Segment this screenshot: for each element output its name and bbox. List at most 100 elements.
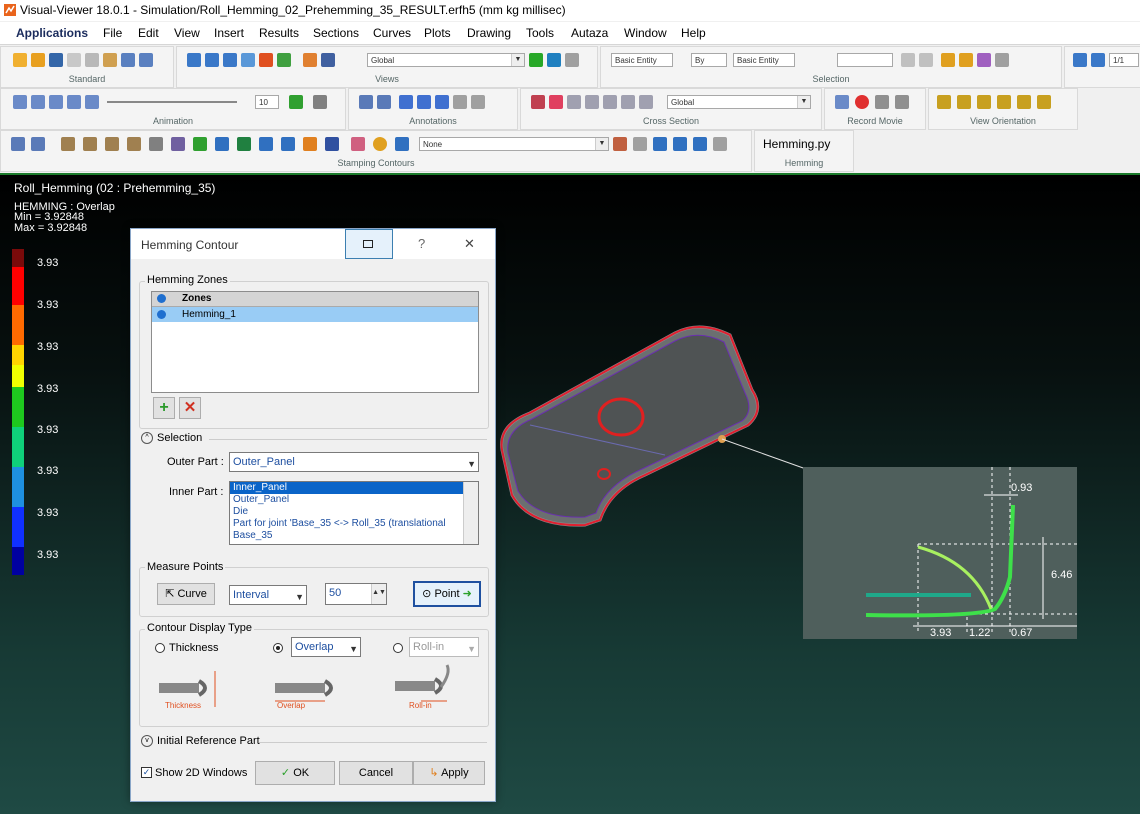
orient-iso-icon[interactable] xyxy=(937,95,951,109)
select-all-icon[interactable] xyxy=(959,53,973,67)
select-part-icon[interactable] xyxy=(941,53,955,67)
list-scrollbar[interactable] xyxy=(463,482,478,544)
show-2d-checkbox[interactable]: ✓ xyxy=(141,767,152,778)
view-iso-icon[interactable] xyxy=(187,53,201,67)
page-icon[interactable] xyxy=(1073,53,1087,67)
contour-icon-1[interactable] xyxy=(11,137,25,151)
menu-results[interactable]: Results xyxy=(259,26,299,40)
save-icon[interactable] xyxy=(49,53,63,67)
select-add-icon[interactable] xyxy=(901,53,915,67)
contour-icon-23[interactable] xyxy=(693,137,707,151)
light-icon[interactable] xyxy=(277,53,291,67)
anim-prev-icon[interactable] xyxy=(31,95,45,109)
dock-button[interactable] xyxy=(345,229,393,259)
menu-curves[interactable]: Curves xyxy=(373,26,411,40)
annot-note-icon[interactable] xyxy=(377,95,391,109)
section-z-icon[interactable] xyxy=(603,95,617,109)
annot-circle-icon[interactable] xyxy=(417,95,431,109)
zoom-box-icon[interactable] xyxy=(565,53,579,67)
annot-angle-icon[interactable] xyxy=(471,95,485,109)
cancel-button[interactable]: Cancel xyxy=(339,761,413,785)
curve-button[interactable]: ⇱ Curve xyxy=(157,583,215,605)
view-side-icon[interactable] xyxy=(241,53,255,67)
menu-view[interactable]: View xyxy=(174,26,200,40)
annot-measure-icon[interactable] xyxy=(453,95,467,109)
menu-tools[interactable]: Tools xyxy=(526,26,554,40)
stamping-combo[interactable]: None ▼ xyxy=(419,137,609,151)
contour-icon-22[interactable] xyxy=(673,137,687,151)
list-item[interactable]: Outer_Panel xyxy=(230,494,478,506)
table-row[interactable]: Hemming_1 xyxy=(152,307,478,322)
page-field[interactable]: 1/1 xyxy=(1109,53,1139,67)
selection-combo-entity[interactable]: Basic Entity xyxy=(611,53,673,67)
section-y-icon[interactable] xyxy=(585,95,599,109)
thickness-radio[interactable] xyxy=(155,643,165,653)
render-icon[interactable] xyxy=(259,53,273,67)
close-button[interactable]: ✕ xyxy=(464,236,475,252)
views-combo[interactable]: Global ▼ xyxy=(367,53,525,67)
select-remove-icon[interactable] xyxy=(919,53,933,67)
anim-slider[interactable] xyxy=(107,101,237,103)
anim-step-field[interactable]: 10 xyxy=(255,95,279,109)
anim-play-icon[interactable] xyxy=(49,95,63,109)
panel-model[interactable] xyxy=(490,315,780,535)
overlap-select[interactable]: Overlap ▼ xyxy=(291,637,361,657)
remove-zone-button[interactable]: ✕ xyxy=(179,397,201,419)
select-elem-icon[interactable] xyxy=(995,53,1009,67)
section-plane-icon[interactable] xyxy=(639,95,653,109)
menu-sections[interactable]: Sections xyxy=(313,26,359,40)
help-button[interactable]: ? xyxy=(418,236,425,251)
contour-icon-20[interactable] xyxy=(633,137,647,151)
interval-number-field[interactable]: 50 ▲▼ xyxy=(325,583,387,605)
stop-icon[interactable] xyxy=(895,95,909,109)
paste-icon[interactable] xyxy=(103,53,117,67)
rollin-select[interactable]: Roll-in ▼ xyxy=(409,637,479,657)
apply-button[interactable]: ↳ Apply xyxy=(413,761,485,785)
selection-combo-entity2[interactable]: Basic Entity xyxy=(733,53,795,67)
add-zone-button[interactable]: + xyxy=(153,397,175,419)
contour-icon-12[interactable] xyxy=(259,137,273,151)
contour-icon-3[interactable] xyxy=(61,137,75,151)
contour-icon-21[interactable] xyxy=(653,137,667,151)
undo-icon[interactable] xyxy=(121,53,135,67)
annot-text-icon[interactable] xyxy=(399,95,413,109)
section-flip-icon[interactable] xyxy=(621,95,635,109)
pan-icon[interactable] xyxy=(547,53,561,67)
contour-icon-18[interactable] xyxy=(395,137,409,151)
anim-last-icon[interactable] xyxy=(85,95,99,109)
select-node-icon[interactable] xyxy=(977,53,991,67)
spin-icon[interactable]: ▲▼ xyxy=(371,584,386,604)
orient-z-icon[interactable] xyxy=(997,95,1011,109)
contour-icon-11[interactable] xyxy=(237,137,251,151)
list-item[interactable]: Base_35 xyxy=(230,530,478,542)
point-button[interactable]: ⊙ Point ➜ xyxy=(413,581,481,607)
menu-window[interactable]: Window xyxy=(624,26,667,40)
hemming-py-button[interactable]: Hemming.py xyxy=(763,137,830,151)
contour-icon-5[interactable] xyxy=(105,137,119,151)
menu-edit[interactable]: Edit xyxy=(138,26,159,40)
outer-part-select[interactable]: Outer_Panel ▼ xyxy=(229,452,479,472)
movie-settings-icon[interactable] xyxy=(835,95,849,109)
anim-export-icon[interactable] xyxy=(313,95,327,109)
cross-section-combo[interactable]: Global ▼ xyxy=(667,95,811,109)
contour-icon-13[interactable] xyxy=(281,137,295,151)
section-cut-icon[interactable] xyxy=(531,95,545,109)
annot-arrow-icon[interactable] xyxy=(435,95,449,109)
contour-icon-4[interactable] xyxy=(83,137,97,151)
orient-y-icon[interactable] xyxy=(977,95,991,109)
menu-insert[interactable]: Insert xyxy=(214,26,244,40)
selection-collapse-icon[interactable]: ^ xyxy=(141,432,153,444)
contour-icon-9[interactable] xyxy=(193,137,207,151)
selection-input[interactable] xyxy=(837,53,893,67)
contour-icon-2[interactable] xyxy=(31,137,45,151)
overlap-radio[interactable] xyxy=(273,643,283,653)
open-icon[interactable] xyxy=(31,53,45,67)
inner-part-list[interactable]: Inner_Panel Outer_Panel Die Part for joi… xyxy=(229,481,479,545)
new-icon[interactable] xyxy=(13,53,27,67)
prev-page-icon[interactable] xyxy=(1091,53,1105,67)
camera-icon[interactable] xyxy=(303,53,317,67)
menu-drawing[interactable]: Drawing xyxy=(467,26,511,40)
menu-file[interactable]: File xyxy=(103,26,122,40)
contour-icon-14[interactable] xyxy=(303,137,317,151)
orient-rx-icon[interactable] xyxy=(1017,95,1031,109)
